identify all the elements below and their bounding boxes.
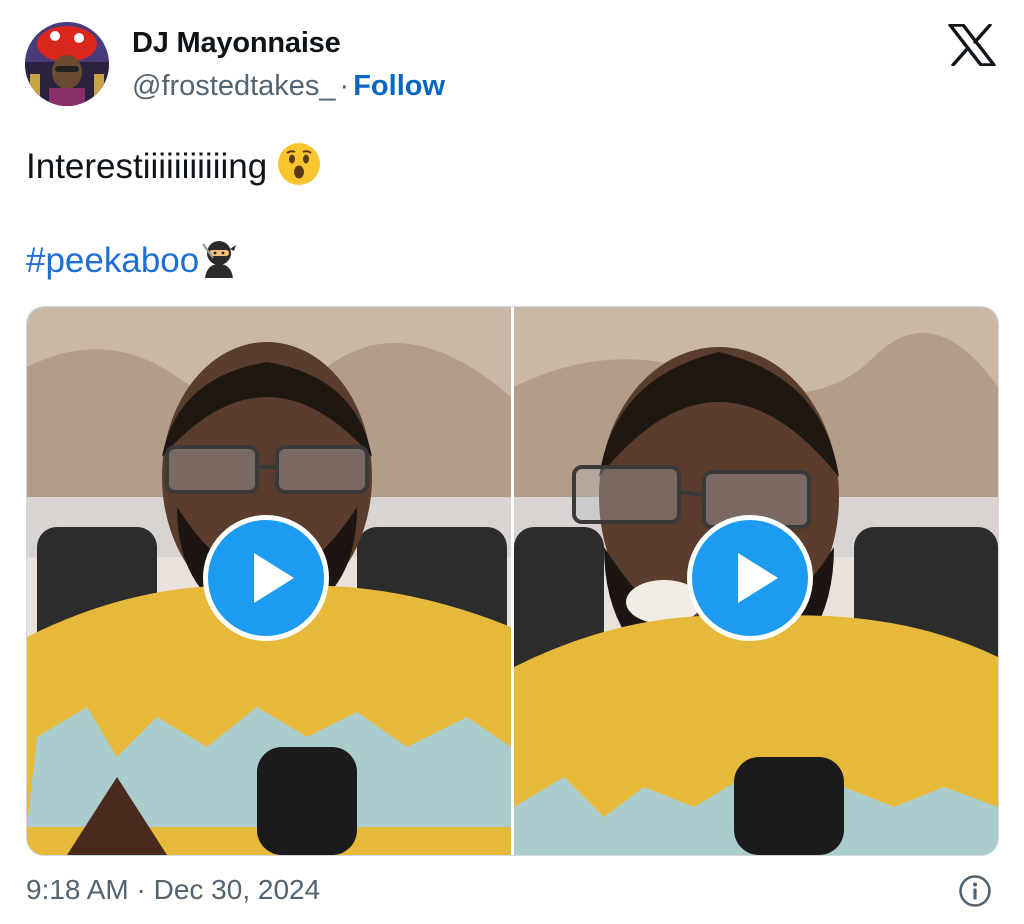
info-icon[interactable] bbox=[958, 874, 992, 908]
ninja-icon bbox=[199, 238, 239, 289]
video-thumbnail-right[interactable] bbox=[514, 307, 998, 855]
hashtag-link[interactable]: #peekaboo bbox=[26, 241, 199, 280]
video-thumbnail-left[interactable] bbox=[27, 307, 511, 855]
play-button-right[interactable] bbox=[687, 515, 813, 641]
avatar[interactable] bbox=[25, 22, 109, 106]
hashtag-line: #peekaboo bbox=[26, 238, 239, 289]
tweet-timestamp[interactable]: 9:18 AM · Dec 30, 2024 bbox=[26, 874, 320, 906]
author-display-name[interactable]: DJ Mayonnaise bbox=[132, 27, 341, 60]
handle-separator: · bbox=[339, 70, 350, 102]
author-handle-line: @frostedtakes_ · Follow bbox=[132, 70, 445, 103]
play-button-left[interactable] bbox=[203, 515, 329, 641]
play-icon bbox=[254, 553, 294, 603]
tweet-text: Interestiiiiiiiiiiing bbox=[26, 142, 321, 197]
astonished-face-icon bbox=[277, 142, 321, 197]
media-grid bbox=[26, 306, 999, 856]
x-logo-icon[interactable] bbox=[948, 23, 996, 67]
play-icon bbox=[738, 553, 778, 603]
follow-button[interactable]: Follow bbox=[353, 70, 445, 102]
author-handle[interactable]: @frostedtakes_ bbox=[132, 70, 336, 102]
tweet-body: Interestiiiiiiiiiiing bbox=[26, 147, 268, 186]
